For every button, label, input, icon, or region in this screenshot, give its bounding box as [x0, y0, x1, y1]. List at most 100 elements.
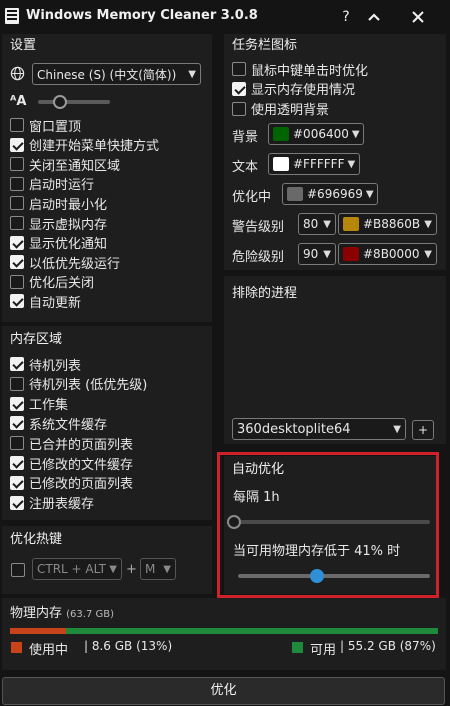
hotkey-key-select[interactable]: M ▼: [140, 558, 176, 580]
settings-checkbox[interactable]: [10, 196, 24, 211]
warning-color-select[interactable]: #B8860B ▼: [338, 213, 437, 235]
chevron-down-icon: ▼: [351, 128, 360, 140]
hotkey-checkbox[interactable]: [11, 563, 25, 577]
chevron-down-icon: ▼: [323, 218, 331, 230]
warning-label: 警告级别: [232, 220, 285, 235]
memory-area-option[interactable]: 待机列表 (低优先级): [10, 375, 147, 393]
excluded-process-value: 360desktoplite64: [237, 421, 351, 437]
memory-area-checkbox[interactable]: [10, 396, 24, 411]
memory-area-checkbox[interactable]: [10, 475, 24, 490]
danger-label: 危险级别: [232, 250, 285, 265]
taskbar-checkbox[interactable]: [232, 81, 246, 96]
settings-checkbox[interactable]: [10, 118, 24, 132]
chevron-up-icon: [368, 13, 380, 21]
danger-color-select[interactable]: #8B0000 ▼: [338, 243, 437, 265]
settings-option-label: 启动时运行: [29, 178, 95, 194]
settings-checkbox[interactable]: [10, 255, 24, 270]
memory-area-option[interactable]: 已修改的页面列表: [10, 474, 133, 492]
memory-area-option[interactable]: 已合并的页面列表: [10, 434, 133, 453]
settings-option-label: 关闭至通知区域: [29, 158, 121, 174]
settings-option[interactable]: 启动时运行: [10, 175, 94, 193]
settings-checkbox[interactable]: [10, 157, 24, 172]
memory-area-option-label: 已修改的文件缓存: [29, 457, 134, 473]
memory-area-option[interactable]: 注册表缓存: [10, 494, 94, 512]
optimizing-color-select[interactable]: #696969 ▼: [282, 183, 378, 205]
memory-area-checkbox[interactable]: [10, 495, 24, 510]
settings-option[interactable]: 自动更新: [10, 292, 82, 311]
danger-level-value: 90: [303, 247, 319, 261]
background-color-value: #006400: [293, 127, 349, 141]
text-color-swatch: [273, 157, 289, 171]
add-process-button[interactable]: +: [412, 420, 434, 440]
warning-color-value: #B8860B: [363, 217, 421, 231]
settings-checkbox[interactable]: [10, 216, 24, 230]
settings-option-label: 窗口置顶: [29, 119, 82, 135]
settings-option[interactable]: 显示虚拟内存: [10, 214, 107, 233]
taskbar-option-label: 使用透明背景: [251, 103, 330, 119]
settings-option[interactable]: 关闭至通知区域: [10, 155, 121, 174]
chevron-down-icon: ▼: [424, 218, 432, 230]
taskbar-checkbox[interactable]: [232, 62, 246, 76]
hotkey-modifier-select[interactable]: CTRL + ALT ▼: [32, 558, 122, 580]
memory-area-option[interactable]: 待机列表: [10, 355, 81, 374]
memory-area-checkbox[interactable]: [10, 357, 24, 371]
settings-checkbox[interactable]: [10, 137, 24, 152]
memory-area-option[interactable]: 工作集: [10, 395, 68, 413]
chevron-down-icon: ▼: [347, 158, 356, 170]
font-size-slider[interactable]: [38, 100, 110, 104]
taskbar-checkbox[interactable]: [232, 101, 246, 116]
background-color-select[interactable]: #006400 ▼: [268, 123, 364, 145]
memory-area-checkbox[interactable]: [10, 376, 24, 391]
close-button[interactable]: [408, 6, 428, 28]
free-label: 可用: [310, 643, 337, 658]
settings-option[interactable]: 显示优化通知: [10, 234, 107, 252]
highlight-annotation: [217, 452, 439, 598]
collapse-button[interactable]: [364, 6, 384, 28]
close-icon: [412, 11, 424, 23]
settings-checkbox[interactable]: [10, 294, 24, 309]
settings-option[interactable]: 启动时最小化: [10, 194, 108, 213]
settings-option-label: 自动更新: [29, 295, 82, 311]
settings-option[interactable]: 创建开始菜单快捷方式: [10, 136, 159, 154]
settings-option[interactable]: 以低优先级运行: [10, 253, 121, 272]
memory-area-checkbox[interactable]: [10, 456, 24, 470]
taskbar-icon-panel: 任务栏图标 鼠标中键单击时优化 显示内存使用情况 使用透明背景 背景 #006400…: [224, 34, 446, 270]
settings-checkbox[interactable]: [10, 274, 24, 289]
memory-area-checkbox[interactable]: [10, 436, 24, 451]
optimize-button[interactable]: 优化: [2, 677, 445, 705]
settings-checkbox[interactable]: [10, 235, 24, 250]
globe-icon: [10, 66, 25, 81]
warning-level-select[interactable]: 80 ▼: [298, 213, 336, 235]
language-select[interactable]: Chinese (S) (中文(简体)) ▼: [32, 63, 201, 85]
taskbar-option[interactable]: 显示内存使用情况: [232, 80, 355, 98]
taskbar-icon-title: 任务栏图标: [232, 38, 298, 53]
settings-checkbox[interactable]: [10, 176, 24, 191]
memory-area-option-label: 注册表缓存: [29, 497, 95, 513]
physical-memory-title: 物理内存 (63.7 GB): [10, 602, 114, 621]
settings-option-label: 显示优化通知: [29, 237, 108, 253]
settings-option[interactable]: 优化后关闭: [10, 273, 94, 291]
taskbar-option[interactable]: 鼠标中键单击时优化: [232, 60, 369, 79]
title-bar: Windows Memory Cleaner 3.0.8 ?: [0, 0, 450, 34]
danger-level-select[interactable]: 90 ▼: [298, 243, 336, 265]
text-color-label: 文本: [232, 160, 259, 175]
font-size-slider-knob[interactable]: [52, 95, 67, 109]
memory-area-option-label: 已修改的页面列表: [29, 477, 134, 493]
settings-option[interactable]: 窗口置顶: [10, 116, 82, 135]
memory-area-option[interactable]: 已修改的文件缓存: [10, 454, 134, 473]
app-icon: [5, 8, 19, 24]
help-button[interactable]: ?: [336, 6, 356, 28]
settings-option-label: 启动时最小化: [29, 197, 108, 213]
chevron-down-icon: ▼: [163, 563, 171, 575]
taskbar-option[interactable]: 使用透明背景: [232, 100, 329, 118]
memory-area-option[interactable]: 系统文件缓存: [10, 414, 107, 433]
settings-option-label: 以低优先级运行: [29, 256, 121, 272]
memory-area-option-label: 工作集: [29, 398, 69, 414]
text-color-select[interactable]: #FFFFFF ▼: [268, 153, 360, 175]
excluded-processes-title: 排除的进程: [232, 286, 298, 301]
taskbar-option-label: 鼠标中键单击时优化: [251, 63, 369, 79]
memory-area-checkbox[interactable]: [10, 416, 24, 431]
settings-option-label: 创建开始菜单快捷方式: [29, 139, 160, 155]
memory-area-option-label: 待机列表 (低优先级): [29, 378, 148, 394]
excluded-process-select[interactable]: 360desktoplite64 ▼: [232, 418, 406, 440]
